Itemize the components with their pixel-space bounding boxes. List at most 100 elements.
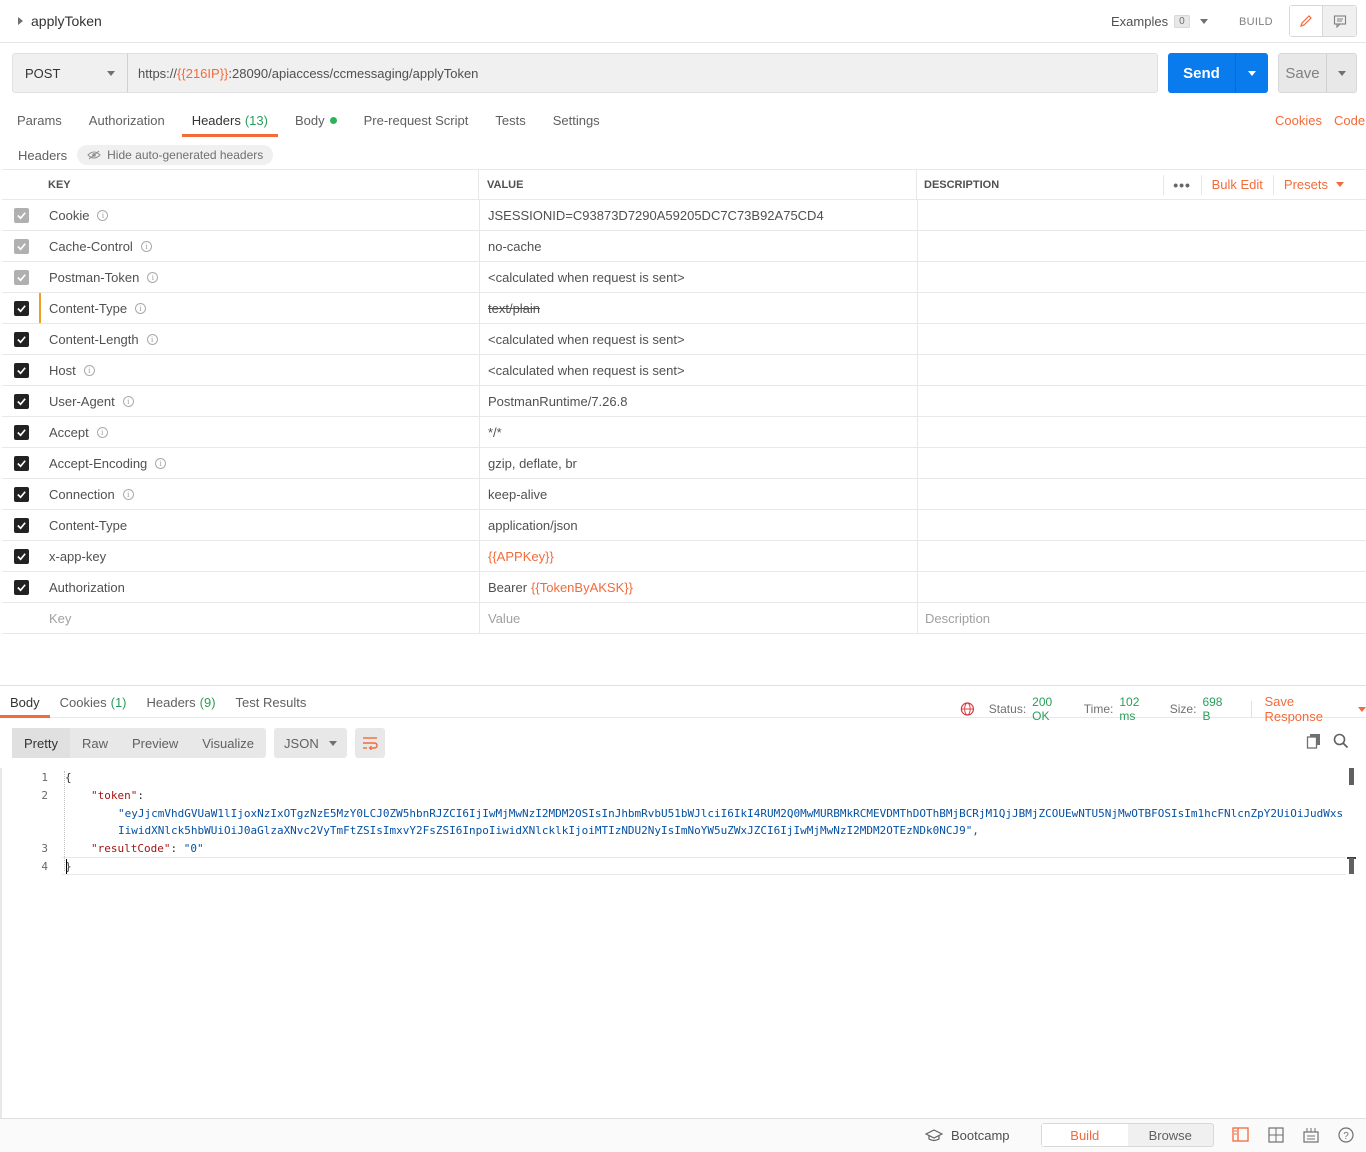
info-icon[interactable]: i xyxy=(83,364,95,376)
value-cell[interactable]: <calculated when request is sent> xyxy=(480,355,918,385)
row-checkbox[interactable] xyxy=(14,207,29,223)
key-cell[interactable]: Cookie i xyxy=(41,200,480,230)
info-icon[interactable]: i xyxy=(122,395,134,407)
scrollbar-thumb[interactable] xyxy=(1349,768,1354,785)
response-tab-test-results[interactable]: Test Results xyxy=(226,686,317,718)
key-cell[interactable]: Authorization xyxy=(41,572,480,602)
globe-icon[interactable] xyxy=(960,701,975,717)
tab-tests[interactable]: Tests xyxy=(485,103,535,137)
build-browse-toggle[interactable]: Build Browse xyxy=(1041,1123,1214,1147)
new-value-input[interactable]: Value xyxy=(480,603,918,633)
row-checkbox[interactable] xyxy=(14,269,29,285)
code-link[interactable]: Code xyxy=(1334,113,1365,128)
row-checkbox[interactable] xyxy=(14,455,29,471)
comments-button[interactable] xyxy=(1323,6,1356,36)
scrollbar-thumb-bottom[interactable] xyxy=(1349,858,1354,874)
method-select[interactable]: POST xyxy=(12,53,128,93)
value-cell[interactable]: JSESSIONID=C93873D7290A59205DC7C73B92A75… xyxy=(480,200,918,230)
key-cell[interactable]: Postman-Token i xyxy=(41,262,480,292)
mode-toggle[interactable] xyxy=(1289,5,1357,37)
desc-cell[interactable] xyxy=(918,417,1366,447)
info-icon[interactable]: i xyxy=(147,271,159,283)
row-checkbox[interactable] xyxy=(14,238,29,254)
row-checkbox[interactable] xyxy=(14,486,29,502)
row-checkbox[interactable] xyxy=(14,331,29,347)
value-cell[interactable]: application/json xyxy=(480,510,918,540)
value-cell[interactable]: no-cache xyxy=(480,231,918,261)
row-checkbox[interactable] xyxy=(14,300,29,316)
key-cell[interactable]: Connection i xyxy=(41,479,480,509)
info-icon[interactable]: i xyxy=(140,240,152,252)
info-icon[interactable]: i xyxy=(146,333,158,345)
expand-caret-icon[interactable] xyxy=(18,17,23,25)
tab-headers[interactable]: Headers (13) xyxy=(181,103,279,137)
view-preview-button[interactable]: Preview xyxy=(120,728,190,758)
desc-cell[interactable] xyxy=(918,541,1366,571)
desc-cell[interactable] xyxy=(918,572,1366,602)
runner-icon[interactable] xyxy=(1302,1126,1319,1143)
view-visualize-button[interactable]: Visualize xyxy=(190,728,266,758)
tab-authorization[interactable]: Authorization xyxy=(79,103,175,137)
row-checkbox[interactable] xyxy=(14,548,29,564)
response-tab-headers[interactable]: Headers (9) xyxy=(137,686,226,718)
save-dropdown-button[interactable] xyxy=(1327,54,1356,92)
browse-toggle-button[interactable]: Browse xyxy=(1128,1124,1214,1146)
help-icon[interactable]: ? xyxy=(1337,1126,1354,1143)
save-button-group[interactable]: Save xyxy=(1278,53,1357,93)
desc-cell[interactable] xyxy=(918,386,1366,416)
desc-cell[interactable] xyxy=(918,324,1366,354)
value-cell[interactable]: <calculated when request is sent> xyxy=(480,324,918,354)
info-icon[interactable]: i xyxy=(97,209,109,221)
send-button-group[interactable]: Send xyxy=(1168,53,1268,93)
key-cell[interactable]: Content-Type i xyxy=(41,293,480,323)
request-name[interactable]: applyToken xyxy=(18,13,102,29)
cookies-link[interactable]: Cookies xyxy=(1275,113,1322,128)
search-icon[interactable] xyxy=(1333,733,1349,752)
value-cell[interactable]: keep-alive xyxy=(480,479,918,509)
copy-icon[interactable] xyxy=(1306,733,1322,752)
value-cell[interactable]: text/plain xyxy=(480,293,918,323)
key-cell[interactable]: x-app-key xyxy=(41,541,480,571)
save-button[interactable]: Save xyxy=(1279,54,1327,92)
send-dropdown-button[interactable] xyxy=(1236,53,1268,93)
desc-cell[interactable] xyxy=(918,293,1366,323)
desc-cell[interactable] xyxy=(918,510,1366,540)
tab-settings[interactable]: Settings xyxy=(543,103,610,137)
info-icon[interactable]: i xyxy=(96,426,108,438)
row-checkbox[interactable] xyxy=(14,362,29,378)
info-icon[interactable]: i xyxy=(155,457,167,469)
key-cell[interactable]: Content-Type xyxy=(41,510,480,540)
bootcamp-button[interactable]: Bootcamp xyxy=(925,1128,1010,1143)
value-cell[interactable]: gzip, deflate, br xyxy=(480,448,918,478)
value-cell[interactable]: {{APPKey}} xyxy=(480,541,918,571)
build-toggle-button[interactable]: Build xyxy=(1042,1124,1128,1146)
row-checkbox[interactable] xyxy=(14,517,29,533)
desc-cell[interactable] xyxy=(918,200,1366,230)
examples-dropdown[interactable]: Examples 0 xyxy=(1111,14,1208,29)
response-tab-body[interactable]: Body xyxy=(0,686,50,718)
tab-body[interactable]: Body xyxy=(285,103,347,137)
tab-pre-request-script[interactable]: Pre-request Script xyxy=(354,103,479,137)
row-checkbox[interactable] xyxy=(14,424,29,440)
hide-auto-headers-button[interactable]: Hide auto-generated headers xyxy=(77,145,274,165)
url-input[interactable]: https://{{216IP}}:28090/apiaccess/ccmess… xyxy=(127,53,1158,93)
response-tab-cookies[interactable]: Cookies (1) xyxy=(50,686,137,718)
two-pane-icon[interactable] xyxy=(1232,1126,1249,1143)
row-checkbox[interactable] xyxy=(14,579,29,595)
desc-cell[interactable] xyxy=(918,355,1366,385)
key-cell[interactable]: Accept i xyxy=(41,417,480,447)
response-body-editor[interactable]: 1 { 2 "token": "eyJjcmVhdGVUaW1lIjoxNzIx… xyxy=(0,768,1348,878)
presets-dropdown[interactable]: Presets xyxy=(1272,174,1366,195)
tab-params[interactable]: Params xyxy=(7,103,72,137)
key-cell[interactable]: Accept-Encoding i xyxy=(41,448,480,478)
send-button[interactable]: Send xyxy=(1168,53,1236,93)
save-response-dropdown[interactable]: Save Response xyxy=(1264,694,1366,724)
more-options-icon[interactable]: ••• xyxy=(1162,174,1201,195)
row-checkbox[interactable] xyxy=(14,393,29,409)
desc-cell[interactable] xyxy=(918,479,1366,509)
key-cell[interactable]: Host i xyxy=(41,355,480,385)
new-desc-input[interactable]: Description xyxy=(918,603,1366,633)
new-key-input[interactable]: Key xyxy=(41,603,480,633)
bulk-edit-link[interactable]: Bulk Edit xyxy=(1200,174,1273,195)
key-cell[interactable]: Cache-Control i xyxy=(41,231,480,261)
